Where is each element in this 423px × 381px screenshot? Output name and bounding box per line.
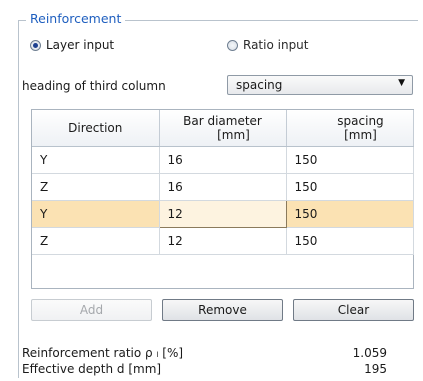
cell-diameter[interactable]: 12 — [159, 227, 287, 255]
radio-ratio-input[interactable]: Ratio input — [227, 38, 309, 52]
table-row[interactable]: Y 16 150 — [32, 146, 414, 174]
reinforcement-ratio-label: Reinforcement ratio ρ ₗ [%] — [22, 346, 184, 360]
reinforcement-table[interactable]: Direction Bar diameter [mm] spacing [mm]… — [31, 109, 414, 289]
table-row-selected[interactable]: Y 12 150 — [32, 200, 414, 228]
radio-layer-input[interactable]: Layer input — [30, 38, 114, 52]
column-header-direction[interactable]: Direction — [32, 110, 160, 147]
cell-spacing[interactable]: 150 — [286, 146, 414, 174]
table-header-row: Direction Bar diameter [mm] spacing [mm] — [32, 110, 414, 147]
cell-diameter[interactable]: 16 — [159, 173, 287, 201]
cell-direction[interactable]: Y — [32, 146, 160, 174]
effective-depth-label: Effective depth d [mm] — [22, 362, 162, 376]
reinforcement-ratio-value: 1.059 — [352, 346, 387, 360]
remove-button[interactable]: Remove — [162, 299, 283, 321]
radio-label: Ratio input — [243, 38, 309, 52]
table-row[interactable]: Z 12 150 — [32, 227, 414, 255]
add-button[interactable]: Add — [31, 299, 152, 321]
column-header-bar-diameter[interactable]: Bar diameter [mm] — [159, 110, 287, 147]
column-header-spacing[interactable]: spacing [mm] — [286, 110, 414, 147]
heading-select-label: heading of third column — [22, 79, 166, 93]
radio-label: Layer input — [46, 38, 115, 52]
dropdown-arrow-icon[interactable]: ▼ — [398, 78, 405, 88]
input-mode-radios: Layer input Ratio input — [30, 38, 410, 56]
cell-spacing[interactable]: 150 — [286, 173, 414, 201]
effective-depth-value: 195 — [364, 362, 387, 376]
heading-select[interactable]: spacing ▼ — [227, 75, 413, 95]
cell-spacing[interactable]: 150 — [286, 227, 414, 255]
clear-button[interactable]: Clear — [293, 299, 414, 321]
cell-diameter-focused[interactable]: 12 — [158, 200, 287, 228]
cell-direction[interactable]: Z — [32, 173, 160, 201]
table-row[interactable]: Z 16 150 — [32, 173, 414, 201]
group-title: Reinforcement — [26, 11, 126, 26]
cell-spacing[interactable]: 150 — [286, 200, 414, 228]
cell-direction[interactable]: Y — [32, 200, 160, 228]
heading-select-value: spacing — [236, 78, 283, 92]
radio-selected-icon[interactable] — [30, 39, 41, 51]
cell-direction[interactable]: Z — [32, 227, 160, 255]
cell-diameter[interactable]: 16 — [159, 146, 287, 174]
radio-unselected-icon[interactable] — [227, 39, 238, 51]
